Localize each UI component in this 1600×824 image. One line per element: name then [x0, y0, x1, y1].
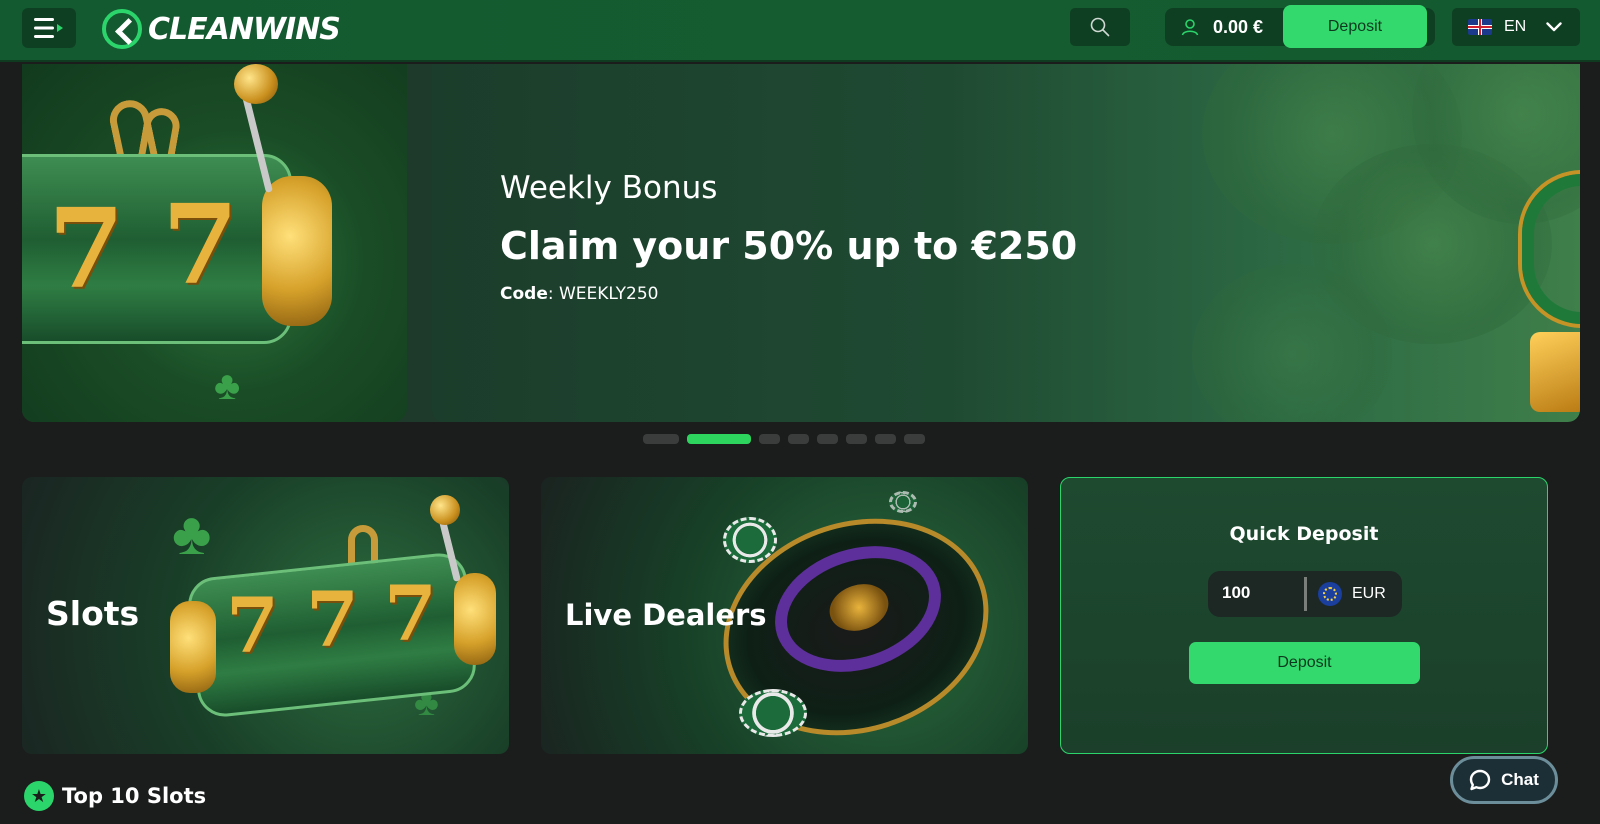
uk-flag-icon: [1468, 19, 1492, 35]
amount-field-group: EUR: [1208, 571, 1402, 617]
pager-dot[interactable]: [904, 434, 925, 444]
reel-cap-art: [262, 176, 332, 326]
casino-chip-icon: [723, 517, 777, 563]
hero-pagination: [643, 434, 925, 444]
quick-deposit-button[interactable]: Deposit: [1189, 642, 1420, 684]
pager-dot[interactable]: [846, 434, 867, 444]
site-logo[interactable]: CLEANWINS: [102, 6, 341, 52]
promo-code-value: : WEEKLY250: [547, 284, 659, 304]
chat-button[interactable]: Chat: [1450, 756, 1558, 804]
eu-flag-icon: [1318, 582, 1342, 606]
balance-amount: 0.00 €: [1213, 17, 1264, 37]
amount-divider: [1304, 577, 1307, 611]
gold-gem-art: [1530, 332, 1580, 412]
hero-banner[interactable]: 7 7 ♣ Weekly Bonus Claim your 50% up to …: [22, 64, 1580, 422]
header-deposit-button[interactable]: Deposit: [1283, 5, 1427, 48]
quick-deposit-title: Quick Deposit: [1229, 523, 1379, 545]
top-header: CLEANWINS 0.00 € Deposit EN: [0, 0, 1600, 62]
seven-symbol: 7: [384, 569, 437, 658]
deposit-amount-input[interactable]: [1222, 583, 1292, 603]
search-button[interactable]: [1070, 8, 1130, 46]
star-icon: ★: [24, 781, 54, 811]
menu-button[interactable]: [22, 8, 76, 48]
language-selector[interactable]: EN: [1452, 8, 1580, 46]
casino-chip-icon: [739, 689, 807, 737]
language-code: EN: [1504, 18, 1527, 35]
seven-symbol: 7: [162, 180, 239, 309]
chat-icon: [1469, 769, 1491, 791]
clover-icon: ♣: [214, 364, 241, 408]
lever-ball-art: [234, 64, 278, 104]
pager-dot[interactable]: [788, 434, 809, 444]
pager-dot[interactable]: [875, 434, 896, 444]
seven-symbol: 7: [48, 184, 125, 313]
horseshoe-icon: [348, 525, 378, 565]
quick-deposit-panel: Quick Deposit EUR Deposit: [1060, 477, 1548, 754]
user-icon[interactable]: [1181, 18, 1199, 36]
logo-mark-icon: [102, 9, 142, 49]
clover-icon: ♣: [172, 500, 212, 567]
reel-cap-art: [454, 573, 496, 665]
promo-code-label: Code: [500, 284, 548, 304]
currency-selector[interactable]: EUR: [1352, 585, 1386, 603]
seven-symbol: 7: [226, 581, 279, 670]
chat-label: Chat: [1501, 770, 1539, 789]
casino-chip-icon: [889, 491, 917, 513]
pager-dot[interactable]: [759, 434, 780, 444]
logo-text: CLEANWINS: [148, 11, 341, 47]
hero-prev-slide[interactable]: 7 7 ♣: [22, 64, 407, 422]
category-card-slots[interactable]: ♣ ♣ 7 7 7 Slots: [22, 477, 509, 754]
pager-dot[interactable]: [817, 434, 838, 444]
reel-cap-art: [170, 601, 216, 693]
pager-dot-active[interactable]: [687, 434, 751, 444]
hero-subtitle: Weekly Bonus: [500, 170, 718, 206]
section-title: Top 10 Slots: [62, 784, 207, 808]
promo-code: Code: WEEKLY250: [500, 284, 658, 304]
hero-title: Claim your 50% up to €250: [500, 224, 1078, 268]
menu-icon: [34, 18, 63, 38]
section-header-top-slots: ★ Top 10 Slots: [24, 781, 206, 811]
seven-symbol: 7: [306, 575, 359, 664]
pager-dot[interactable]: [643, 434, 679, 444]
card-label-slots: Slots: [46, 594, 140, 633]
card-label-live-dealers: Live Dealers: [565, 598, 767, 632]
category-card-live-dealers[interactable]: Live Dealers: [541, 477, 1028, 754]
search-icon: [1090, 17, 1110, 37]
lever-ball-art: [430, 495, 460, 525]
chevron-down-icon: [1546, 22, 1562, 32]
